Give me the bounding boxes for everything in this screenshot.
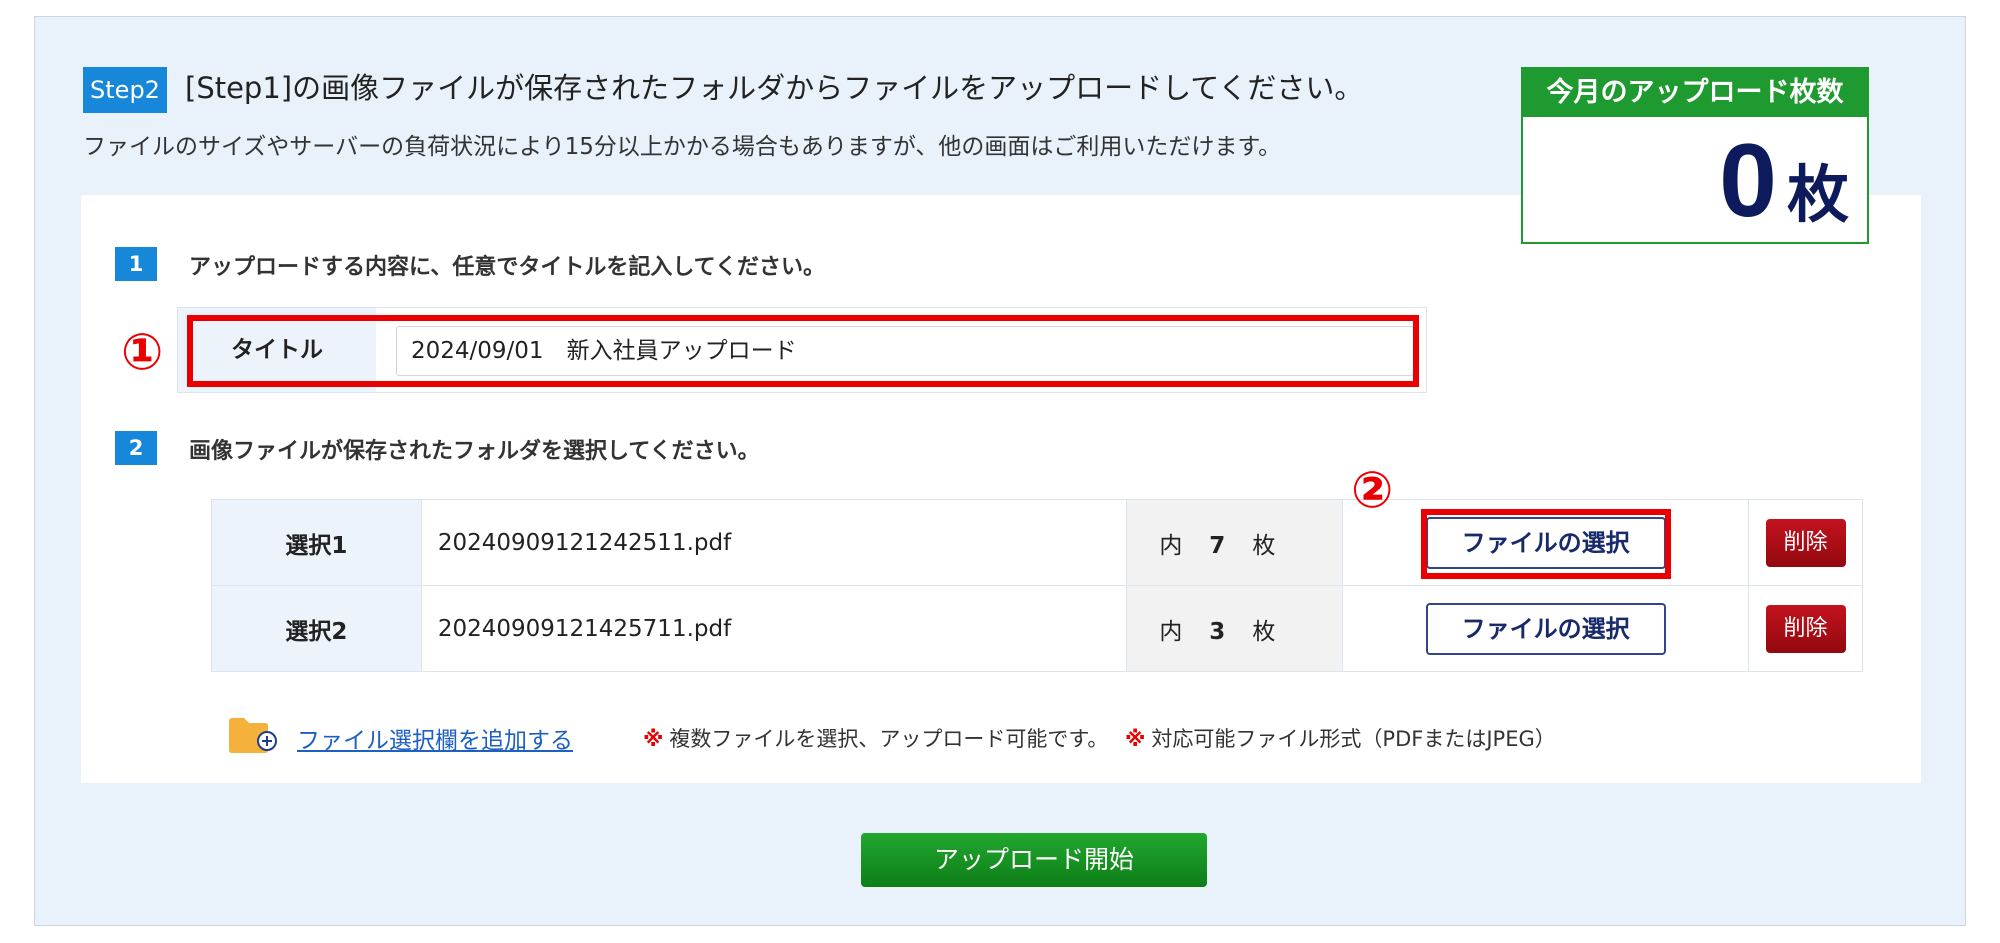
delete-button[interactable]: 削除 (1765, 518, 1846, 567)
step-badge: Step2 (83, 67, 167, 113)
title-field-label: タイトル (178, 308, 376, 392)
add-file-field-link[interactable]: ファイル選択欄を追加する (297, 721, 573, 755)
monthly-upload-counter: 今月のアップロード枚数 0枚 (1521, 67, 1869, 244)
delete-button[interactable]: 削除 (1765, 604, 1846, 653)
step-subtitle: ファイルのサイズやサーバーの負荷状況により15分以上かかる場合もありますが、他の… (83, 134, 1282, 160)
start-upload-button[interactable]: アップロード開始 (861, 833, 1207, 887)
file-name: 20240909121425711.pdf (420, 585, 1128, 672)
count-unit: 枚 (1252, 532, 1276, 559)
folder-add-icon[interactable] (227, 715, 279, 755)
note-file-formats: ※ 対応可能ファイル形式（PDFまたはJPEG） (1125, 727, 1556, 751)
count-value: 7 (1209, 532, 1226, 559)
count-value: 3 (1209, 618, 1226, 645)
count-prefix: 内 (1159, 532, 1183, 559)
page-count: 内7枚 (1126, 499, 1344, 586)
delete-cell: 削除 (1748, 585, 1863, 672)
counter-body: 0枚 (1719, 129, 1849, 234)
choose-cell: ファイルの選択 (1342, 585, 1749, 672)
section1-title: アップロードする内容に、任意でタイトルを記入してください。 (189, 255, 826, 280)
file-row-label: 選択2 (211, 585, 422, 672)
upload-panel: 1 アップロードする内容に、任意でタイトルを記入してください。 タイトル 202… (81, 195, 1921, 783)
upload-container: Step2 [Step1]の画像ファイルが保存されたフォルダからファイルをアップ… (34, 16, 1966, 926)
note-multiple-files: ※ 複数ファイルを選択、アップロード可能です。 (643, 727, 1109, 751)
section2-title: 画像ファイルが保存されたフォルダを選択してください。 (189, 439, 760, 464)
counter-heading: 今月のアップロード枚数 (1523, 69, 1867, 117)
file-name: 20240909121242511.pdf (420, 499, 1128, 586)
section1-number: 1 (115, 247, 157, 281)
delete-cell: 削除 (1748, 499, 1863, 586)
title-input[interactable]: 2024/09/01 新入社員アップロード (396, 326, 1414, 376)
counter-unit: 枚 (1786, 158, 1849, 231)
table-row: 選択2 20240909121425711.pdf 内3枚 ファイルの選択 削除 (211, 585, 1863, 672)
count-prefix: 内 (1159, 618, 1183, 645)
count-unit: 枚 (1252, 618, 1276, 645)
counter-value: 0 (1719, 123, 1777, 239)
file-selection-table: 選択1 20240909121242511.pdf 内7枚 ファイルの選択 削除… (211, 499, 1863, 672)
choose-cell: ファイルの選択 (1342, 499, 1749, 586)
section2-number: 2 (115, 431, 157, 465)
file-row-label: 選択1 (211, 499, 422, 586)
table-row: 選択1 20240909121242511.pdf 内7枚 ファイルの選択 削除 (211, 499, 1863, 586)
title-field-row: タイトル 2024/09/01 新入社員アップロード (177, 307, 1427, 393)
page-count: 内3枚 (1126, 585, 1344, 672)
choose-file-button[interactable]: ファイルの選択 (1425, 516, 1666, 569)
annotation-marker-2: ② (1351, 461, 1394, 519)
step-title: [Step1]の画像ファイルが保存されたフォルダからファイルをアップロードしてく… (185, 71, 1364, 105)
annotation-marker-1: ① (121, 323, 164, 381)
choose-file-button[interactable]: ファイルの選択 (1425, 602, 1666, 655)
